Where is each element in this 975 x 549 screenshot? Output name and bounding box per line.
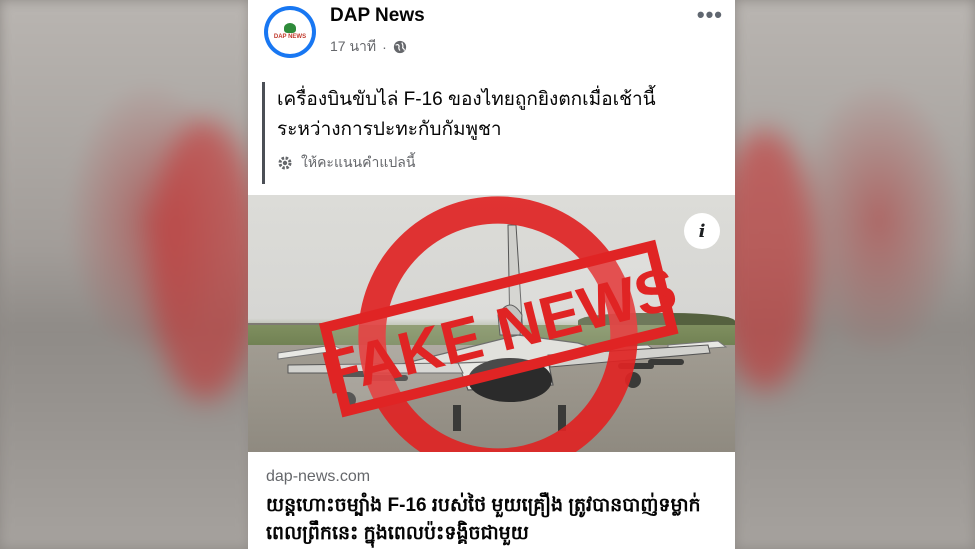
gear-icon bbox=[278, 156, 292, 170]
caption-line-1: เครื่องบินขับไล่ F-16 ของไทยถูกยิงตกเมื่… bbox=[277, 89, 656, 110]
logo: DAP NEWS bbox=[268, 10, 312, 54]
more-options-icon[interactable]: ••• bbox=[697, 4, 723, 26]
page-avatar[interactable]: DAP NEWS bbox=[264, 6, 316, 58]
page-name[interactable]: DAP News bbox=[330, 5, 425, 27]
blurred-background-left bbox=[0, 0, 260, 549]
rate-translation-label: ให้คะแนนคำแปลนี้ bbox=[301, 154, 416, 170]
link-headline: យន្តហោះចម្បាំង F-16 របស់ថៃ មួយគ្រឿង ត្រូ… bbox=[266, 495, 701, 544]
caption-line-2: ระหว่างการปะทะกับกัมพูชา bbox=[277, 119, 502, 140]
globe-icon bbox=[393, 40, 406, 54]
link-domain: dap-news.com bbox=[266, 468, 371, 485]
post-time[interactable]: 17 นาที bbox=[330, 36, 376, 58]
logo-text: DAP NEWS bbox=[273, 34, 307, 40]
link-preview[interactable]: dap-news.com យន្តហោះចម្បាំង F-16 របស់ថៃ … bbox=[248, 452, 735, 549]
post-caption: เครื่องบินขับไล่ F-16 ของไทยถูกยิงตกเมื่… bbox=[262, 82, 722, 184]
rate-translation[interactable]: ให้คะแนนคำแปลนี้ bbox=[277, 152, 415, 174]
info-button[interactable]: i bbox=[684, 213, 720, 249]
facebook-post: DAP NEWS DAP News 17 นาที · ••• เครื่องบ… bbox=[248, 0, 735, 549]
blurred-background-right bbox=[715, 0, 975, 549]
post-meta: 17 นาที · bbox=[330, 36, 407, 58]
fake-news-stamp: FAKE NEWS bbox=[315, 196, 683, 452]
tree-logo-icon bbox=[284, 23, 296, 33]
meta-separator: · bbox=[382, 39, 387, 55]
post-image[interactable]: FAKE NEWS i bbox=[248, 195, 735, 452]
post-header: DAP NEWS DAP News 17 นาที · ••• bbox=[248, 0, 735, 72]
